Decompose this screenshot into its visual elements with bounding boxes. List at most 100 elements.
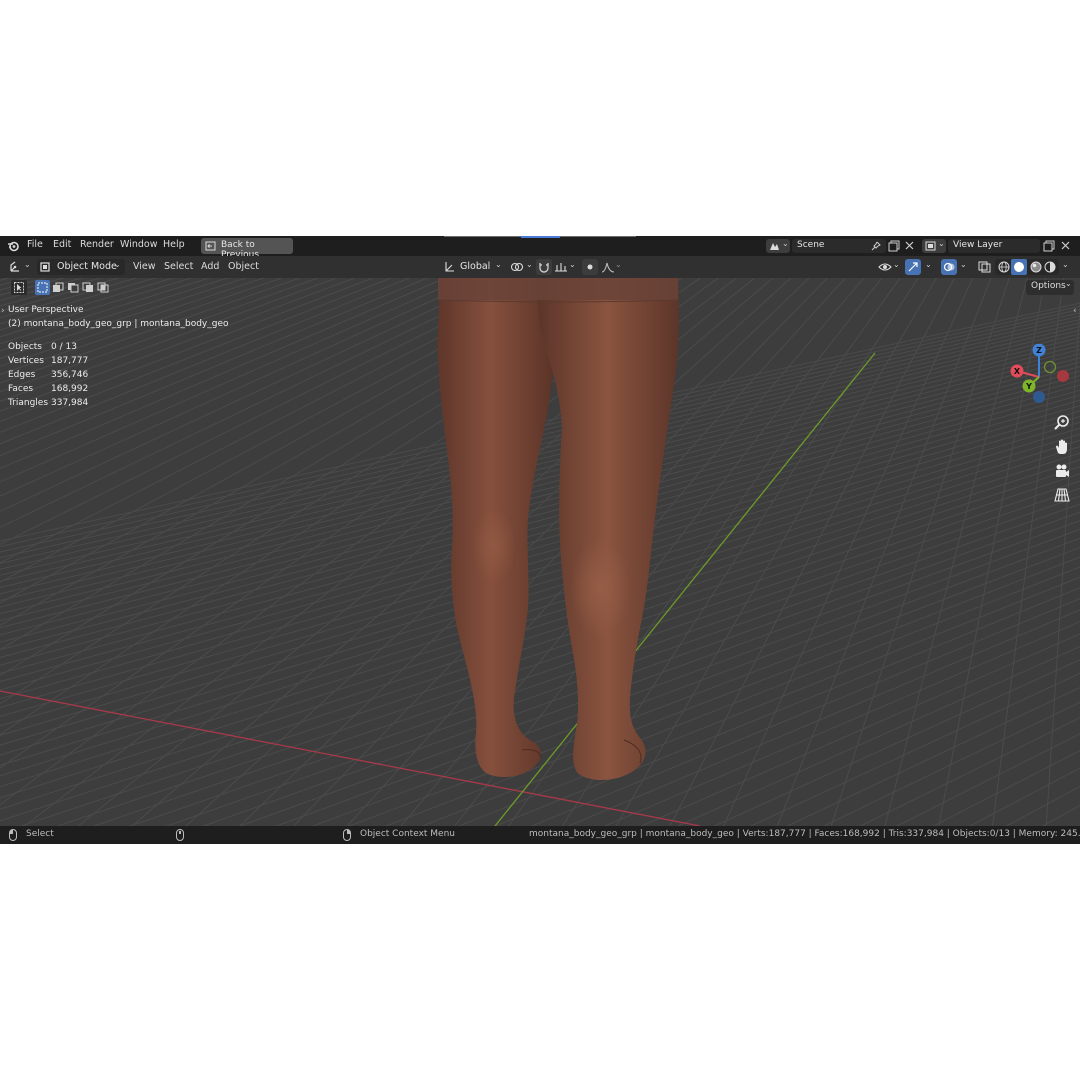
material-shading-icon[interactable] (1030, 261, 1042, 273)
editor-type-button[interactable]: ⌄ (7, 259, 33, 275)
navigation-gizmo[interactable]: Z X Y (1004, 344, 1074, 410)
select-invert-icon[interactable] (82, 282, 94, 293)
mode-dropdown[interactable]: Object Mode ⌄ (37, 259, 125, 275)
chevron-down-icon: ⌄ (495, 260, 502, 269)
blender-logo-icon[interactable] (7, 240, 20, 252)
select-extend-icon[interactable] (52, 282, 64, 293)
view-layer-type-button[interactable]: ⌄ (922, 239, 946, 253)
zoom-button[interactable] (1052, 413, 1072, 433)
blender-window: File Edit Render Window Help Back to Pre… (0, 236, 1080, 844)
menu-help[interactable]: Help (163, 239, 185, 250)
zoom-icon (1054, 415, 1069, 430)
cursor-select-icon (14, 282, 24, 293)
view-layer-name-field[interactable]: View Layer (948, 239, 1040, 253)
gizmo-toggle[interactable] (905, 259, 921, 275)
delete-scene-icon[interactable] (905, 241, 914, 250)
xray-toggle-icon[interactable] (978, 261, 991, 273)
menu-object[interactable]: Object (228, 261, 259, 272)
menu-edit[interactable]: Edit (53, 239, 71, 250)
options-button[interactable]: Options ⌄ (1026, 279, 1074, 295)
proportional-edit-toggle[interactable] (582, 259, 598, 275)
rendered-shading-icon[interactable] (1044, 261, 1056, 273)
chevron-down-icon: ⌄ (24, 260, 31, 269)
view-layer-name: View Layer (953, 240, 1003, 250)
proportional-edit-icon (587, 264, 593, 270)
back-to-previous-button[interactable]: Back to Previous (201, 238, 293, 260)
mouse-middle-icon (176, 829, 184, 841)
menu-view[interactable]: View (133, 261, 156, 272)
perspective-toggle-button[interactable] (1052, 485, 1072, 505)
stat-vertices-label: Vertices (8, 356, 44, 366)
gizmo-z-label: Z (1036, 346, 1042, 355)
stat-edges-value: 356,746 (51, 370, 89, 380)
right-calf-highlight (570, 538, 630, 638)
menu-select[interactable]: Select (164, 261, 193, 272)
character-legs[interactable] (437, 278, 679, 781)
camera-view-button[interactable] (1052, 461, 1072, 481)
menu-window[interactable]: Window (120, 239, 157, 250)
object-mode-icon (40, 262, 50, 272)
snap-target-icon[interactable] (554, 261, 568, 273)
waist-cutoff-band (438, 278, 678, 300)
new-view-layer-icon[interactable] (1043, 240, 1055, 252)
delete-view-layer-icon[interactable] (1061, 241, 1070, 250)
chevron-down-icon: ⌄ (114, 260, 121, 269)
select-new-button[interactable] (35, 280, 50, 295)
camera-icon (1056, 464, 1069, 477)
solid-shading-button[interactable] (1011, 259, 1027, 275)
chevron-down-icon: ⌄ (893, 260, 900, 269)
grid-view-icon (1054, 488, 1070, 502)
stat-faces-label: Faces (8, 384, 34, 394)
visibility-eye-icon[interactable] (878, 261, 892, 273)
pivot-point-icon[interactable] (510, 261, 524, 273)
falloff-curve-icon[interactable] (601, 261, 615, 273)
menu-render[interactable]: Render (80, 239, 114, 250)
options-label: Options (1031, 281, 1066, 291)
chevron-down-icon: ⌄ (1065, 279, 1072, 288)
chevron-down-icon: ⌄ (960, 260, 967, 269)
select-tool-button[interactable] (11, 280, 27, 295)
gizmo-neg-z-icon[interactable] (1033, 391, 1045, 403)
transform-orientation-dropdown[interactable]: Global ⌄ (441, 259, 503, 275)
overlays-icon (943, 262, 955, 272)
3d-viewport-icon (10, 261, 19, 272)
chevron-down-icon: ⌄ (615, 260, 622, 269)
overlays-toggle[interactable] (941, 259, 957, 275)
scene-type-button[interactable]: ⌄ (766, 239, 790, 253)
scene-name-field[interactable]: Scene (792, 239, 886, 253)
menu-file[interactable]: File (27, 239, 43, 250)
menu-add[interactable]: Add (201, 261, 219, 272)
gizmo-neg-x-icon[interactable] (1057, 370, 1069, 382)
toolbar-toggle-arrow-icon[interactable]: › (1, 306, 5, 316)
new-scene-icon[interactable] (888, 240, 900, 252)
pin-icon[interactable] (871, 241, 881, 251)
gizmo-x-label: X (1014, 367, 1021, 376)
select-subtract-icon[interactable] (67, 282, 79, 293)
select-intersect-icon[interactable] (97, 282, 109, 293)
chevron-down-icon: ⌄ (938, 239, 945, 248)
sidebar-toggle-arrow-icon[interactable]: ‹ (1073, 306, 1077, 316)
left-calf-highlight (472, 508, 516, 584)
chevron-down-icon[interactable]: ⌄ (1062, 260, 1069, 269)
magnet-icon (539, 263, 549, 273)
snap-toggle[interactable] (536, 259, 552, 275)
solid-shading-icon (1014, 262, 1024, 272)
orientation-label: Global (460, 261, 491, 272)
chevron-down-icon: ⌄ (925, 260, 932, 269)
gizmo-icon (908, 262, 918, 272)
selection-mode-group (35, 280, 111, 295)
pan-hand-icon (1056, 439, 1067, 454)
viewport-scene[interactable] (0, 278, 1080, 826)
back-arrow-icon (205, 241, 216, 251)
status-bar: Select Object Context Menu montana_body_… (0, 826, 1080, 844)
wireframe-shading-icon[interactable] (998, 261, 1010, 273)
3d-viewport[interactable]: User Perspective (2) montana_body_geo_gr… (0, 278, 1080, 826)
gizmo-neg-y-icon[interactable] (1043, 360, 1057, 374)
stat-faces-value: 168,992 (51, 384, 89, 394)
chevron-down-icon: ⌄ (526, 260, 533, 269)
stat-triangles-label: Triangles (8, 398, 49, 408)
chevron-down-icon: ⌄ (782, 239, 789, 248)
view-layer-icon (925, 241, 936, 251)
pan-button[interactable] (1052, 437, 1072, 457)
orientation-axes-icon (445, 262, 454, 272)
